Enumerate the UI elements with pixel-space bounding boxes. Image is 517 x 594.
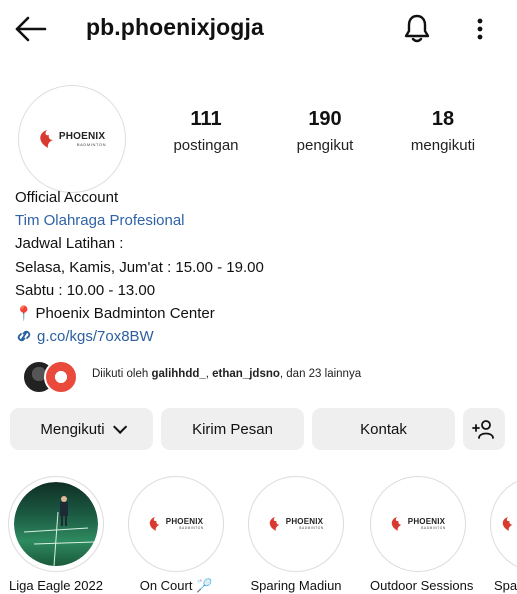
follower-username: ethan_jdsno [212, 368, 280, 380]
posts-label: postingan [173, 137, 239, 154]
highlight-cover [8, 476, 104, 572]
logo-subtext: BADMINTON [179, 525, 204, 530]
following-button[interactable]: Mengikuti [10, 408, 153, 450]
stat-following[interactable]: 18 mengikuti [388, 108, 498, 154]
highlight-item[interactable]: Spa [490, 476, 517, 593]
profile-avatar[interactable]: PHOENIX BADMINTON [18, 85, 126, 193]
following-count: 18 [431, 108, 455, 130]
top-bar: pb.phoenixjogja [0, 0, 517, 60]
follower-avatar [44, 360, 78, 394]
more-options-icon[interactable] [470, 14, 490, 44]
chevron-down-icon [112, 419, 127, 434]
highlight-cover: PHOENIX BADMINTON [128, 476, 224, 572]
following-label: Mengikuti [40, 420, 105, 438]
followed-suffix: , dan 23 lainnya [279, 368, 362, 380]
message-button[interactable]: Kirim Pesan [161, 408, 304, 450]
bio-line: Official Account [15, 189, 119, 206]
link-text: g.co/kgs/7ox8BW [37, 328, 154, 346]
phoenix-bird-icon [150, 517, 160, 531]
profile-bio: Official Account Tim Olahraga Profesiona… [15, 186, 495, 348]
phoenix-logo: PHOENIX BADMINTON [148, 516, 203, 532]
phoenix-logo: PHOENIX BADMINTON [38, 129, 106, 149]
followed-prefix: Diikuti oleh [92, 368, 152, 380]
highlight-item[interactable]: Liga Eagle 2022 [8, 476, 104, 593]
phoenix-bird-icon [502, 517, 513, 531]
add-person-icon [472, 420, 494, 439]
bio-line: Jadwal Latihan : [15, 235, 124, 253]
bio-link[interactable]: g.co/kgs/7ox8BW [15, 325, 495, 348]
phoenix-logo: PHOENIX BADMINTON [268, 516, 323, 532]
logo-subtext: BADMINTON [76, 141, 107, 147]
followed-by-row[interactable]: Diikuti oleh galihhdd_, ethan_jdsno, dan… [22, 358, 502, 394]
logo-subtext: BADMINTON [421, 525, 446, 530]
contact-button[interactable]: Kontak [312, 408, 455, 450]
stat-posts[interactable]: 111 postingan [151, 108, 261, 154]
followers-label: pengikut [296, 137, 354, 154]
logo-text: PHOENIX [285, 516, 324, 526]
bell-icon[interactable] [402, 12, 432, 44]
followers-count: 190 [308, 108, 342, 130]
highlight-cover: PHOENIX BADMINTON [248, 476, 344, 572]
bio-location: 📍 Phoenix Badminton Center [15, 302, 495, 325]
highlight-label: On Court 🏸 [139, 578, 213, 593]
phoenix-bird-icon [392, 517, 402, 531]
bio-line: Selasa, Kamis, Jum'at : 15.00 - 19.00 [15, 258, 264, 276]
logo-text: PHOENIX [165, 516, 204, 526]
badminton-court-photo [14, 482, 98, 566]
stat-followers[interactable]: 190 pengikut [270, 108, 380, 154]
phoenix-bird-icon [270, 517, 280, 531]
pin-icon: 📍 [15, 304, 33, 321]
location-text: Phoenix Badminton Center [35, 304, 215, 322]
logo-subtext: BADMINTON [299, 525, 324, 530]
phoenix-bird-icon [40, 130, 53, 148]
suggest-people-button[interactable] [463, 408, 505, 450]
link-icon [17, 330, 31, 342]
posts-count: 111 [190, 108, 222, 130]
highlight-item[interactable]: PHOENIX BADMINTON On Court 🏸 [128, 476, 224, 594]
logo-text: PHOENIX [407, 516, 446, 526]
bio-line: Sabtu : 10.00 - 13.00 [15, 281, 156, 299]
follower-username: galihhdd_ [151, 368, 206, 380]
profile-username: pb.phoenixjogja [86, 14, 264, 40]
back-arrow-icon[interactable] [14, 14, 48, 44]
profile-category[interactable]: Tim Olahraga Profesional [15, 209, 495, 232]
highlight-item[interactable]: PHOENIX BADMINTON Outdoor Sessions [370, 476, 473, 593]
highlight-cover [490, 476, 517, 572]
contact-label: Kontak [360, 420, 407, 438]
highlight-item[interactable]: PHOENIX BADMINTON Sparing Madiun [248, 476, 344, 593]
followed-by-text: Diikuti oleh galihhdd_, ethan_jdsno, dan… [92, 368, 361, 380]
message-label: Kirim Pesan [192, 420, 273, 438]
following-label: mengikuti [410, 137, 476, 154]
logo-text: PHOENIX [58, 130, 106, 142]
phoenix-logo: PHOENIX BADMINTON [390, 516, 445, 532]
highlight-cover: PHOENIX BADMINTON [370, 476, 466, 572]
